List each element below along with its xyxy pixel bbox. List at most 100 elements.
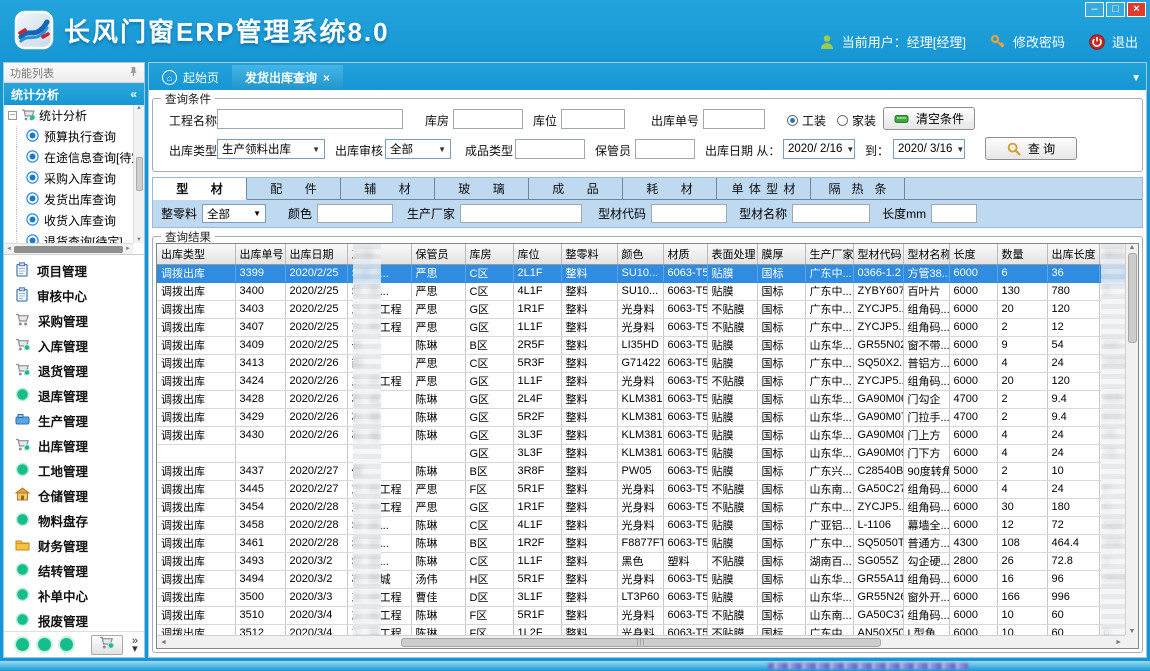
date-to-select[interactable]: 2020/ 3/16▼ [893, 139, 965, 159]
tab-home[interactable]: ⌂ 起始页 [149, 65, 232, 90]
maximize-button[interactable]: □ [1106, 2, 1125, 17]
column-header-型材代码[interactable]: 型材代码 [853, 244, 903, 264]
table-row[interactable]: 调拨出库33992020/2/25华 原...严思C区2L1F整料SU10...… [157, 264, 1139, 282]
profile-name-input[interactable] [792, 204, 870, 223]
table-row[interactable]: 调拨出库35102020/3/4工 共工程陈琳F区5R1F整料光身料6063-T… [157, 606, 1139, 624]
sidebar-item-审核中心[interactable]: 审核中心 [4, 283, 144, 308]
column-header-出库单号[interactable]: 出库单号 [235, 244, 285, 264]
material-tab-配件[interactable]: 配件 [247, 178, 341, 200]
table-row[interactable]: 调拨出库34072020/2/25工 共工程严思G区1L1F整料光身料6063-… [157, 318, 1139, 336]
sidebar-item-财务管理[interactable]: 财务管理 [4, 533, 144, 558]
table-row[interactable]: 调拨出库34372020/2/27佛 ...陈琳B区3R8F整料PW056063… [157, 462, 1139, 480]
column-header-库位[interactable]: 库位 [513, 244, 561, 264]
pin-icon[interactable] [129, 66, 138, 80]
column-header-生产厂家[interactable]: 生产厂家 [805, 244, 853, 264]
table-row[interactable]: 调拨出库34612020/2/28华 原...陈琳B区1R2F整料F8877FT… [157, 534, 1139, 552]
footer-dot-icon[interactable] [60, 638, 73, 651]
sidebar-item-工地管理[interactable]: 工地管理 [4, 458, 144, 483]
tree-item-退货查询[待定][interactable]: 退货查询[待定] [4, 231, 133, 243]
sidebar-item-仓储管理[interactable]: 仓储管理 [4, 483, 144, 508]
material-tab-辅材[interactable]: 辅材 [341, 178, 435, 200]
column-header-数量[interactable]: 数量 [997, 244, 1047, 264]
table-row[interactable]: 调拨出库34242020/2/26工 共工程严思G区1L1F整料光身料6063-… [157, 372, 1139, 390]
sidebar-item-项目管理[interactable]: 项目管理 [4, 258, 144, 283]
table-row[interactable]: 调拨出库34932020/3/2华 原...陈琳C区1L1F整料黑色塑料不贴膜国… [157, 552, 1139, 570]
table-row[interactable]: G区3L3F整料KLM38176063-T5贴膜国标山东华...GA90M09.… [157, 444, 1139, 462]
table-row[interactable]: 调拨出库34132020/2/26南 ...严思C区5R3F整料G7142260… [157, 354, 1139, 372]
column-header-出库日期[interactable]: 出库日期 [285, 244, 347, 264]
tree-expander-icon[interactable]: – [8, 111, 17, 120]
column-header-整零料[interactable]: 整零料 [561, 244, 617, 264]
whole-part-select[interactable]: 全部▼ [202, 204, 266, 223]
sidebar-section-header[interactable]: 统计分析 « [4, 83, 144, 105]
change-password-link[interactable]: 修改密码 [1013, 32, 1065, 51]
audit-select[interactable]: 全部▼ [385, 139, 451, 159]
material-tab-型材[interactable]: 型材 [153, 178, 247, 200]
table-row[interactable]: 调拨出库34302020/2/26石 城陈琳G区3L3F整料KLM3817606… [157, 426, 1139, 444]
tree-item-预算执行查询[interactable]: 预算执行查询 [4, 126, 133, 147]
table-row[interactable]: 调拨出库34542020/2/28工 共工程严思G区1R1F整料光身料6063-… [157, 498, 1139, 516]
profile-code-input[interactable] [651, 204, 727, 223]
project-name-input[interactable] [217, 109, 403, 129]
tree-vertical-scrollbar[interactable]: ▲▼ [133, 105, 144, 243]
sidebar-item-生产管理[interactable]: 生产管理 [4, 408, 144, 433]
logout-button[interactable]: 退出 [1112, 32, 1138, 51]
product-type-input[interactable] [515, 139, 585, 159]
tree-root-node[interactable]: – 统计分析 [4, 105, 133, 126]
minimize-button[interactable]: – [1085, 2, 1104, 17]
table-row[interactable]: 调拨出库34282020/2/26石 城陈琳G区2L4F整料KLM3817606… [157, 390, 1139, 408]
sidebar-item-结转管理[interactable]: 结转管理 [4, 558, 144, 583]
tree-item-收货入库查询[interactable]: 收货入库查询 [4, 210, 133, 231]
table-row[interactable]: 调拨出库34032020/2/25工 共工程严思G区1R1F整料光身料6063-… [157, 300, 1139, 318]
column-header-表面处理[interactable]: 表面处理 [707, 244, 757, 264]
tree-item-发货出库查询[interactable]: 发货出库查询 [4, 189, 133, 210]
material-tab-成品[interactable]: 成品 [529, 178, 623, 200]
radio-gongzhuang[interactable]: 工装 [787, 112, 826, 129]
column-header-保管员[interactable]: 保管员 [411, 244, 465, 264]
material-tab-隔热条[interactable]: 隔热条 [811, 178, 905, 200]
column-header-材质[interactable]: 材质 [663, 244, 707, 264]
column-header-出库长度[interactable]: 出库长度 [1047, 244, 1099, 264]
column-header-颜色[interactable]: 颜色 [617, 244, 663, 264]
sidebar-item-入库管理[interactable]: 入库管理 [4, 333, 144, 358]
sidebar-item-退货管理[interactable]: 退货管理 [4, 358, 144, 383]
date-from-select[interactable]: 2020/ 2/16▼ [783, 139, 855, 159]
column-header-出库类型[interactable]: 出库类型 [157, 244, 235, 264]
footer-cart-button[interactable] [91, 635, 123, 655]
table-row[interactable]: 调拨出库34582020/2/28华 原...陈琳C区4L1F整料光身料6063… [157, 516, 1139, 534]
radio-jiazhuang[interactable]: 家装 [837, 112, 876, 129]
out-type-select[interactable]: 生产领料出库▼ [217, 139, 325, 159]
footer-more-button[interactable]: »▾ [132, 637, 138, 653]
tab-close-icon[interactable]: × [323, 71, 330, 85]
tree-item-采购入库查询[interactable]: 采购入库查询 [4, 168, 133, 189]
sidebar-item-报废管理[interactable]: 报废管理 [4, 608, 144, 631]
tab-overflow-icon[interactable]: ▼ [1131, 73, 1141, 84]
clear-conditions-button[interactable]: 清空条件 [883, 107, 975, 130]
manufacturer-input[interactable] [460, 204, 582, 223]
sidebar-item-退库管理[interactable]: 退库管理 [4, 383, 144, 408]
order-no-input[interactable] [703, 109, 765, 129]
table-row[interactable]: 调拨出库34092020/2/25长 ...陈琳B区2R5F整料LI35HD60… [157, 336, 1139, 354]
material-tab-玻璃[interactable]: 玻璃 [435, 178, 529, 200]
tab-shipping-query[interactable]: 发货出库查询 × [232, 65, 343, 90]
sidebar-item-采购管理[interactable]: 采购管理 [4, 308, 144, 333]
footer-dot-icon[interactable] [16, 638, 29, 651]
table-row[interactable]: 调拨出库34002020/2/25华 原...严思C区4L1F整料SU10...… [157, 282, 1139, 300]
color-input[interactable] [317, 204, 393, 223]
material-tab-耗材[interactable]: 耗材 [623, 178, 717, 200]
material-tab-单体型材[interactable]: 单体型材 [717, 178, 811, 200]
column-header-膜厚[interactable]: 膜厚 [757, 244, 805, 264]
sidebar-item-物料盘存[interactable]: 物料盘存 [4, 508, 144, 533]
location-input[interactable] [561, 109, 625, 129]
table-row[interactable]: 调拨出库34942020/3/2石 辉城汤伟H区5R1F整料光身料6063-T5… [157, 570, 1139, 588]
sidebar-item-出库管理[interactable]: 出库管理 [4, 433, 144, 458]
search-button[interactable]: 查 询 [985, 137, 1077, 160]
column-header-库房[interactable]: 库房 [465, 244, 513, 264]
collapse-icon[interactable]: « [130, 87, 137, 101]
column-header-长度[interactable]: 长度 [949, 244, 997, 264]
close-button[interactable]: × [1127, 2, 1146, 17]
keeper-input[interactable] [635, 139, 695, 159]
tree-item-在途信息查询[待定][interactable]: 在途信息查询[待定] [4, 147, 133, 168]
grid-horizontal-scrollbar[interactable]: ◄|||► [157, 635, 1125, 648]
grid-vertical-scrollbar[interactable]: ▲▼ [1125, 244, 1138, 635]
